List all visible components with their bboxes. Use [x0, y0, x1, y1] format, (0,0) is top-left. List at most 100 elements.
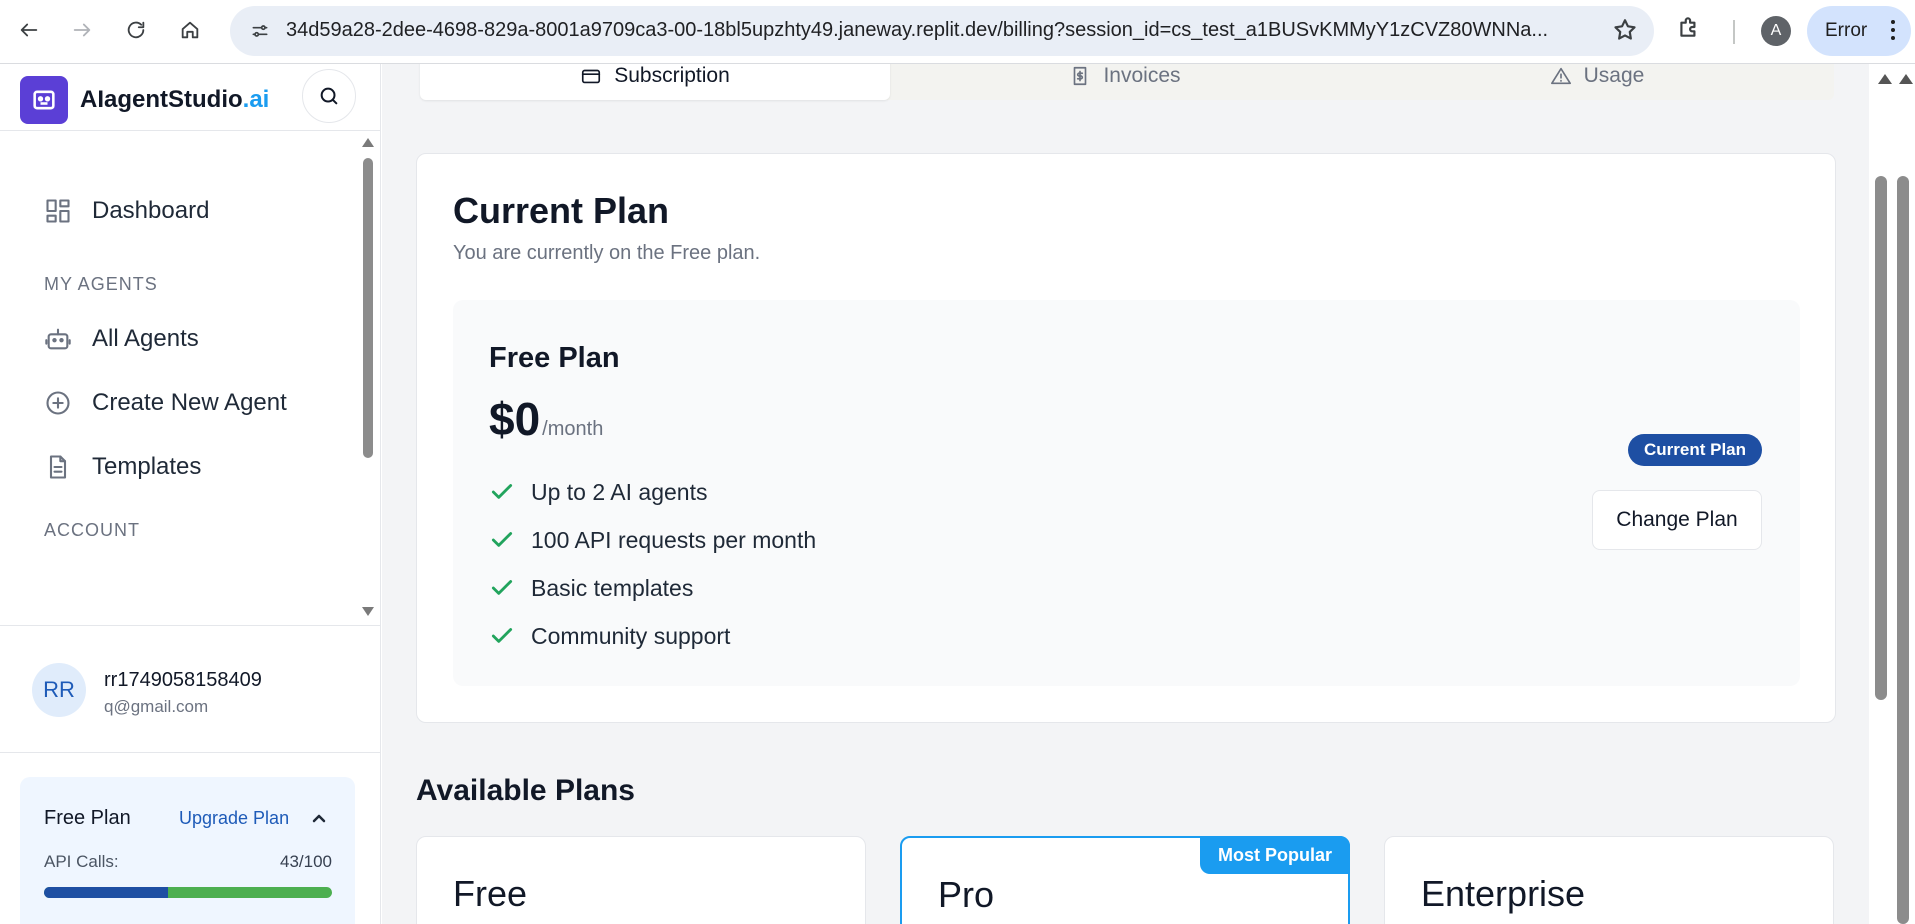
- warning-icon: [1550, 67, 1571, 85]
- sidebar-item-label: Create New Agent: [92, 389, 287, 416]
- check-icon: [491, 532, 513, 547]
- main-content: Subscription Invoices Usage Current Plan…: [382, 64, 1869, 924]
- scroll-thumb[interactable]: [363, 158, 373, 458]
- scroll-thumb[interactable]: [1897, 176, 1909, 924]
- sidebar-item-label: Templates: [92, 453, 202, 480]
- tab-usage[interactable]: Usage: [1360, 64, 1834, 100]
- sidebar-item-templates[interactable]: Templates: [44, 447, 201, 487]
- feature-list: Up to 2 AI agents 100 API requests per m…: [489, 468, 816, 660]
- robot-icon: [45, 328, 71, 350]
- upgrade-plan-link[interactable]: Upgrade Plan: [179, 808, 289, 829]
- credit-card-icon: [582, 69, 601, 84]
- bookmark-button[interactable]: [1612, 17, 1640, 45]
- plan-summary-card: Free Plan Upgrade Plan API Calls: 43/100: [20, 777, 355, 924]
- forward-button[interactable]: [64, 12, 100, 48]
- star-icon: [1614, 19, 1636, 40]
- scroll-thumb[interactable]: [1875, 176, 1887, 700]
- api-calls-label: API Calls:: [44, 852, 119, 871]
- reload-button[interactable]: [118, 12, 154, 48]
- plan-card-free[interactable]: Free: [416, 836, 866, 924]
- price-amount: $0: [489, 393, 541, 445]
- list-item: Basic templates: [489, 564, 816, 612]
- chevron-up-icon: [312, 814, 326, 823]
- sidebar-item-create-new-agent[interactable]: Create New Agent: [44, 383, 287, 423]
- billing-tabs: Subscription Invoices Usage: [420, 64, 1834, 100]
- current-plan-subtitle: You are currently on the Free plan.: [453, 242, 761, 264]
- change-plan-button[interactable]: Change Plan: [1592, 490, 1762, 550]
- tab-label: Invoices: [1103, 64, 1181, 87]
- user-name: rr1749058158409: [104, 669, 262, 691]
- tab-subscription[interactable]: Subscription: [420, 64, 890, 100]
- user-email: q@gmail.com: [104, 697, 209, 716]
- status-badge: Current Plan: [1628, 434, 1762, 466]
- api-usage-fill: [44, 887, 168, 898]
- check-icon: [491, 484, 513, 499]
- plus-circle-icon: [46, 391, 70, 415]
- api-calls-value: 43/100: [280, 852, 332, 871]
- sidebar-item-all-agents[interactable]: All Agents: [44, 319, 199, 359]
- robot-logo-icon: [20, 76, 68, 124]
- extensions-button[interactable]: [1676, 14, 1712, 50]
- scroll-up-arrow-icon[interactable]: [362, 138, 374, 147]
- sidebar-item-label: All Agents: [92, 325, 199, 352]
- page-title: Current Plan: [453, 190, 670, 231]
- brand-name: AIagentStudio.ai: [80, 86, 270, 113]
- collapse-button[interactable]: [311, 811, 327, 827]
- puzzle-icon: [1680, 17, 1696, 37]
- plan-name: Free Plan: [44, 807, 131, 829]
- search-button[interactable]: [302, 69, 356, 123]
- check-icon: [491, 628, 513, 643]
- most-popular-badge: Most Popular: [1199, 836, 1350, 874]
- brand[interactable]: AIagentStudio.ai: [20, 74, 269, 126]
- scroll-up-arrow-icon[interactable]: [1878, 74, 1892, 84]
- search-icon: [320, 87, 338, 105]
- plan-price: $0 /month: [489, 392, 603, 446]
- tab-label: Subscription: [614, 64, 730, 87]
- back-button[interactable]: [11, 12, 47, 48]
- plan-card-enterprise[interactable]: Enterprise: [1384, 836, 1834, 924]
- plan-card-pro[interactable]: Most Popular Pro: [900, 836, 1350, 924]
- avatar: RR: [32, 663, 86, 717]
- site-info-button[interactable]: [244, 15, 276, 47]
- profile-avatar[interactable]: A: [1761, 16, 1791, 46]
- brand-suffix: .ai: [242, 86, 270, 113]
- plan-name: Free Plan: [489, 342, 620, 374]
- more-vert-icon: [1891, 20, 1895, 40]
- check-icon: [491, 580, 513, 595]
- feature-text: Up to 2 AI agents: [531, 478, 708, 505]
- price-period: /month: [542, 418, 604, 440]
- feature-text: 100 API requests per month: [531, 526, 817, 553]
- sidebar-scrollbar[interactable]: [360, 134, 376, 624]
- page-scrollbar[interactable]: [1869, 64, 1915, 924]
- sidebar-item-dashboard[interactable]: Dashboard: [44, 191, 209, 231]
- available-plans-heading: Available Plans: [416, 774, 635, 807]
- tab-label: Usage: [1583, 64, 1645, 87]
- sidebar-item-label: Dashboard: [92, 197, 210, 224]
- browser-toolbar: 34d59a28-2dee-4698-829a-8001a9709ca3-00-…: [0, 0, 1915, 64]
- home-icon: [181, 21, 199, 39]
- plan-card-title: Pro: [938, 874, 995, 915]
- home-button[interactable]: [172, 12, 208, 48]
- sidebar: AIagentStudio.ai Dashboard MY AGENTS All…: [0, 64, 381, 924]
- list-item: 100 API requests per month: [489, 516, 816, 564]
- reload-icon: [127, 21, 145, 39]
- user-profile[interactable]: RR rr1749058158409 q@gmail.com: [0, 625, 380, 753]
- section-heading-account: ACCOUNT: [44, 520, 140, 540]
- api-usage-progress: [44, 887, 332, 898]
- scroll-down-arrow-icon[interactable]: [362, 607, 374, 616]
- tab-invoices[interactable]: Invoices: [890, 64, 1360, 100]
- arrow-left-icon: [20, 23, 38, 37]
- document-icon: [49, 455, 67, 479]
- toolbar-divider: [1733, 20, 1735, 44]
- url-text[interactable]: 34d59a28-2dee-4698-829a-8001a9709ca3-00-…: [286, 19, 1606, 42]
- free-plan-details: Free Plan $0 /month Up to 2 AI agents 10…: [453, 300, 1800, 686]
- current-plan-card: Current Plan You are currently on the Fr…: [416, 153, 1836, 723]
- scroll-up-arrow-icon[interactable]: [1899, 74, 1913, 84]
- plan-card-title: Free: [453, 873, 528, 914]
- feature-text: Basic templates: [531, 574, 694, 601]
- feature-text: Community support: [531, 622, 731, 649]
- tune-icon: [252, 25, 268, 37]
- error-menu-button[interactable]: Error: [1807, 6, 1911, 56]
- address-bar[interactable]: 34d59a28-2dee-4698-829a-8001a9709ca3-00-…: [230, 6, 1654, 56]
- list-item: Community support: [489, 612, 816, 660]
